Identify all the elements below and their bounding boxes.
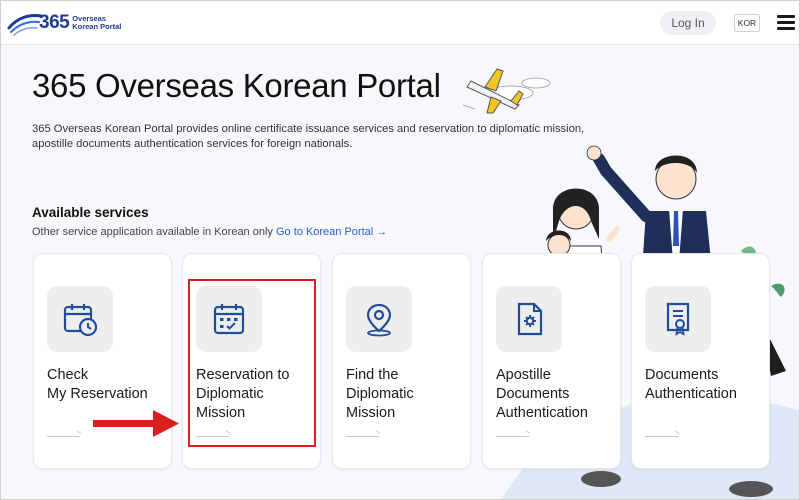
logo-swoosh-icon [7,14,43,36]
card-label-line: My Reservation [47,386,148,402]
card-label-line: Authentication [496,405,588,421]
login-button[interactable]: Log In [660,11,716,35]
red-arrow-icon [93,410,179,437]
card-icon-box [346,286,412,352]
top-header: 365 Overseas Korean Portal Log In KOR [1,1,799,45]
map-pin-icon [366,303,392,337]
page-title: 365 Overseas Korean Portal [32,67,441,104]
document-gear-icon [517,302,543,336]
menu-bar-middle [777,21,795,24]
page-description: 365 Overseas Korean Portal provides onli… [32,123,585,150]
card-label-line: Documents [645,367,719,383]
highlight-annotation [188,279,316,447]
services-subtitle-text: Other service application available in K… [32,226,273,238]
korean-portal-link[interactable]: Go to Korean Portal → [276,226,387,238]
menu-bar-bottom [777,27,795,30]
services-heading: Available services [32,205,149,220]
service-card-apostille-authentication[interactable]: Apostille Documents Authentication [482,253,621,469]
arrow-line-icon [645,436,678,437]
service-card-documents-authentication[interactable]: Documents Authentication [631,253,770,469]
services-subtitle: Other service application available in K… [32,226,387,238]
card-label: Find the Diplomatic Mission [346,366,471,423]
card-label-line: Diplomatic [346,386,414,402]
card-label: Apostille Documents Authentication [496,366,621,423]
card-label: Documents Authentication [645,366,770,404]
certificate-icon [666,302,690,336]
service-card-find-diplomatic-mission[interactable]: Find the Diplomatic Mission [332,253,471,469]
calendar-clock-icon [63,304,98,337]
card-label-line: Documents [496,386,570,402]
card-label-line: Find the [346,367,399,383]
logo-wordmark: Overseas Korean Portal [72,15,121,31]
site-logo[interactable]: 365 Overseas Korean Portal [7,10,121,36]
card-label-line: Check [47,367,89,383]
page: 365 Overseas Korean Portal Log In KOR 36… [0,0,800,500]
card-label-line: Authentication [645,386,737,402]
logo-number: 365 [39,12,70,33]
menu-bar-top [777,15,795,18]
card-label: Check My Reservation [47,366,172,404]
card-icon-box [496,286,562,352]
card-icon-box [645,286,711,352]
card-label-line: Apostille [496,367,551,383]
arrow-line-icon [496,436,529,437]
arrow-line-icon [346,436,379,437]
logo-line-2: Korean Portal [72,22,122,31]
airplane-icon [462,68,551,114]
card-label-line: Mission [346,405,396,421]
card-icon-box [47,286,113,352]
menu-icon[interactable] [777,15,795,31]
arrow-line-icon [47,436,80,437]
language-selector[interactable]: KOR [734,14,760,32]
